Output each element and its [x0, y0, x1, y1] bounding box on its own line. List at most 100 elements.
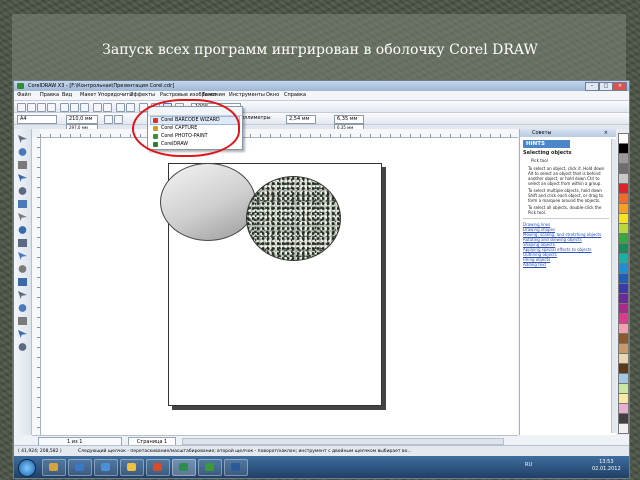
taskbar-app-button[interactable]: [224, 459, 248, 476]
taskbar-app-button[interactable]: [42, 459, 66, 476]
hint-step: To select an object, click it. Hold down…: [528, 166, 605, 186]
hints-label: HINTS: [523, 140, 570, 148]
ellipse-tool-icon[interactable]: [18, 226, 27, 234]
textured-ellipse[interactable]: [246, 176, 341, 261]
start-button[interactable]: [18, 459, 36, 477]
vertical-ruler: [32, 137, 41, 435]
menu-item[interactable]: Окно: [266, 91, 279, 100]
hints-content: Selecting objects Pick tool To select an…: [523, 151, 609, 267]
taskbar-app-button[interactable]: [172, 459, 196, 476]
taskbar-app-icon: [101, 463, 110, 471]
docker-title: Советы: [532, 130, 552, 136]
taskbar-app-button[interactable]: [120, 459, 144, 476]
undo-icon[interactable]: [93, 103, 102, 112]
menu-item[interactable]: Инструменты: [229, 91, 265, 100]
drawing-canvas[interactable]: [41, 138, 518, 435]
copy-icon[interactable]: [70, 103, 79, 112]
hints-docker: Советы × HINTS Selecting objects Pick to…: [519, 129, 617, 435]
polygon-tool-icon[interactable]: [18, 239, 27, 247]
coreldraw-app-icon: [17, 83, 24, 89]
clock-date: 02.01.2012: [592, 466, 621, 472]
toolbox: [14, 129, 32, 435]
red-highlight-circle: [132, 99, 240, 157]
paper-size-select[interactable]: A4: [17, 115, 57, 124]
new-icon[interactable]: [17, 103, 26, 112]
eyedropper-icon[interactable]: [18, 304, 27, 312]
hints-steps: To select an object, click it. Hold down…: [523, 166, 609, 215]
nudge-distance-field[interactable]: 2,54 мм: [286, 115, 316, 124]
clock-time: 13:53: [599, 459, 614, 465]
menu-item[interactable]: Макет: [80, 91, 96, 100]
hint-step: To select all objects, double-click the …: [528, 205, 602, 215]
hints-links: Drawing lines Drawing shapes Moving, scali…: [523, 222, 609, 267]
horizontal-ruler: [40, 129, 518, 138]
table-tool-icon[interactable]: [18, 278, 27, 286]
window-titlebar: CorelDRAW X3 - [F:\Контрольная\Презентац…: [14, 81, 629, 91]
portrait-icon[interactable]: [104, 115, 113, 124]
taskbar-app-button[interactable]: [146, 459, 170, 476]
taskbar-app-icon: [231, 463, 240, 471]
taskbar-app-icon: [153, 463, 162, 471]
taskbar-app-icon: [127, 463, 136, 471]
shape-tool-icon[interactable]: [18, 148, 27, 156]
taskbar-app-icon: [179, 463, 188, 471]
menu-bar: Файл Правка Вид Макет Упорядочить Эффекты Раст…: [14, 91, 629, 101]
taskbar-app-icon: [205, 463, 214, 471]
taskbar-app-button[interactable]: [198, 459, 222, 476]
cut-icon[interactable]: [60, 103, 69, 112]
taskbar-app-icon: [75, 463, 84, 471]
smart-fill-tool-icon[interactable]: [18, 200, 27, 208]
interactive-blend-icon[interactable]: [18, 291, 27, 299]
menu-item[interactable]: Файл: [17, 91, 31, 100]
print-icon[interactable]: [47, 103, 56, 112]
horizontal-scrollbar[interactable]: [182, 438, 504, 445]
menu-item[interactable]: Упорядочить: [98, 91, 132, 100]
hints-heading: Selecting objects: [523, 150, 572, 156]
export-icon[interactable]: [126, 103, 135, 112]
hint-step: To select multiple objects, hold down Sh…: [528, 188, 603, 203]
freehand-tool-icon[interactable]: [18, 187, 27, 195]
menu-item[interactable]: Вид: [62, 91, 72, 100]
landscape-icon[interactable]: [114, 115, 123, 124]
close-button[interactable]: ×: [613, 82, 627, 91]
color-swatch[interactable]: [618, 423, 629, 434]
basic-shapes-icon[interactable]: [18, 252, 27, 260]
language-indicator[interactable]: RU: [525, 462, 532, 468]
import-icon[interactable]: [116, 103, 125, 112]
text-tool-icon[interactable]: [18, 265, 27, 273]
taskbar-app-button[interactable]: [94, 459, 118, 476]
coreldraw-screenshot: CorelDRAW X3 - [F:\Контрольная\Презентац…: [13, 80, 630, 479]
page-width-field[interactable]: 210,0 мм: [66, 115, 98, 124]
menu-item[interactable]: Справка: [284, 91, 306, 100]
gradient-ellipse[interactable]: [160, 163, 256, 241]
menu-item[interactable]: Правка: [40, 91, 59, 100]
color-palette: [616, 129, 629, 435]
rectangle-tool-icon[interactable]: [18, 213, 27, 221]
duplicate-x-field[interactable]: 6,35 мм: [334, 115, 364, 124]
hint-link[interactable]: Adding text: [523, 262, 609, 267]
open-icon[interactable]: [27, 103, 36, 112]
property-bar: A4 210,0 мм Единицы: миллиметры 2,54 мм …: [14, 113, 629, 125]
crop-tool-icon[interactable]: [18, 161, 27, 169]
fill-tool-icon[interactable]: [18, 330, 27, 338]
taskbar-app-button[interactable]: [68, 459, 92, 476]
standard-toolbar: 100%: [14, 101, 629, 113]
pick-tool-icon[interactable]: [18, 135, 27, 143]
minimize-button[interactable]: –: [585, 82, 599, 91]
slide-title: Запуск всех программ ингрирован в оболоч…: [102, 42, 538, 58]
menu-item[interactable]: Эффекты: [130, 91, 155, 100]
maximize-button[interactable]: □: [599, 82, 613, 91]
windows-taskbar: RU 13:53 02.01.2012: [14, 456, 629, 478]
pick-tool-label: Pick tool: [531, 158, 548, 163]
docker-close-icon[interactable]: ×: [604, 129, 608, 137]
save-icon[interactable]: [37, 103, 46, 112]
system-clock[interactable]: 13:53 02.01.2012: [592, 459, 621, 473]
redo-icon[interactable]: [103, 103, 112, 112]
interactive-fill-icon[interactable]: [18, 343, 27, 351]
window-title: CorelDRAW X3 - [F:\Контрольная\Презентац…: [28, 83, 175, 89]
taskbar-app-icon: [49, 463, 58, 471]
zoom-tool-icon[interactable]: [18, 174, 27, 182]
outline-tool-icon[interactable]: [18, 317, 27, 325]
page-navigator: 1 из 1 Страница 1: [32, 435, 518, 446]
paste-icon[interactable]: [80, 103, 89, 112]
